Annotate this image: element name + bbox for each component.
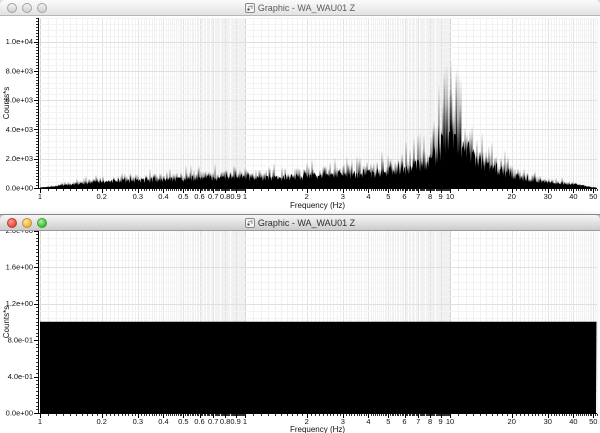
window-graphic-top: Graphic - WA_WAU01 Z 1 0.2 0.3 0.4 0.5 0.6 0.7… (0, 0, 600, 215)
zoom-button[interactable] (37, 3, 47, 13)
svg-text:2.0e+00: 2.0e+00 (6, 231, 33, 235)
svg-text:6: 6 (402, 417, 406, 426)
svg-text:7: 7 (416, 417, 420, 426)
title-area[interactable]: Graphic - WA_WAU01 Z (245, 215, 355, 231)
zoom-button[interactable] (37, 218, 47, 228)
svg-text:8.0e-01: 8.0e-01 (8, 336, 33, 345)
svg-text:Frequency (Hz): Frequency (Hz) (290, 425, 345, 433)
svg-text:0.9: 0.9 (230, 192, 240, 201)
svg-text:1: 1 (38, 192, 42, 201)
titlebar[interactable]: Graphic - WA_WAU01 Z (0, 0, 600, 16)
close-button[interactable] (7, 218, 17, 228)
svg-text:4.0e+03: 4.0e+03 (6, 125, 33, 134)
svg-text:8: 8 (428, 192, 432, 201)
svg-text:Frequency (Hz): Frequency (Hz) (290, 201, 345, 210)
svg-text:10: 10 (446, 417, 454, 426)
svg-text:5: 5 (386, 192, 390, 201)
svg-text:9: 9 (439, 417, 443, 426)
svg-text:10: 10 (446, 192, 454, 201)
svg-text:2: 2 (305, 192, 309, 201)
title-area[interactable]: Graphic - WA_WAU01 Z (245, 0, 355, 16)
window-graphic-bottom: Graphic - WA_WAU01 Z 1 0.2 0.3 0.4 0.5 0.6 0.7… (0, 215, 600, 433)
svg-text:0.0e+00: 0.0e+00 (6, 184, 33, 193)
svg-text:1: 1 (243, 417, 247, 426)
svg-text:30: 30 (544, 192, 552, 201)
svg-text:40: 40 (569, 192, 577, 201)
minimize-button[interactable] (22, 3, 32, 13)
svg-text:0.8: 0.8 (220, 192, 230, 201)
svg-text:4.0e-01: 4.0e-01 (8, 372, 33, 381)
window-title: Graphic - WA_WAU01 Z (258, 0, 355, 16)
svg-text:0.3: 0.3 (133, 417, 143, 426)
svg-text:0.3: 0.3 (133, 192, 143, 201)
svg-text:8: 8 (428, 417, 432, 426)
svg-text:2.0e+03: 2.0e+03 (6, 154, 33, 163)
svg-text:0.5: 0.5 (178, 192, 188, 201)
svg-text:9: 9 (439, 192, 443, 201)
svg-text:0.0e+00: 0.0e+00 (6, 409, 33, 418)
svg-text:0.7: 0.7 (208, 417, 218, 426)
svg-text:1: 1 (243, 192, 247, 201)
svg-text:1.6e+00: 1.6e+00 (6, 263, 33, 272)
plot-content: 10.20.30.40.50.60.70.80.9123456789102030… (0, 16, 600, 215)
svg-text:0.4: 0.4 (158, 192, 168, 201)
svg-text:0.5: 0.5 (178, 417, 188, 426)
svg-text:6: 6 (402, 192, 406, 201)
svg-text:20: 20 (508, 192, 516, 201)
close-button[interactable] (7, 3, 17, 13)
svg-text:4: 4 (366, 192, 370, 201)
svg-text:0.2: 0.2 (96, 192, 106, 201)
svg-text:20: 20 (508, 417, 516, 426)
svg-text:4: 4 (366, 417, 370, 426)
window-controls (7, 215, 47, 231)
svg-text:0.2: 0.2 (96, 417, 106, 426)
svg-text:1: 1 (38, 417, 42, 426)
plot-content: 10.20.30.40.50.60.70.80.9123456789102030… (0, 231, 600, 433)
svg-text:50: 50 (589, 417, 597, 426)
document-icon[interactable] (245, 218, 255, 228)
svg-text:0.9: 0.9 (230, 417, 240, 426)
svg-text:0.4: 0.4 (158, 417, 168, 426)
svg-text:Counts*s: Counts*s (2, 87, 11, 119)
svg-text:5: 5 (386, 417, 390, 426)
svg-text:1.0e+04: 1.0e+04 (6, 37, 33, 46)
svg-text:30: 30 (544, 417, 552, 426)
svg-text:50: 50 (589, 192, 597, 201)
window-controls (7, 0, 47, 16)
svg-text:8.0e+03: 8.0e+03 (6, 66, 33, 75)
minimize-button[interactable] (22, 218, 32, 228)
svg-text:Counts*s: Counts*s (2, 306, 11, 338)
svg-text:0.6: 0.6 (194, 192, 204, 201)
spectrum-plot: 10.20.30.40.50.60.70.80.9123456789102030… (0, 16, 600, 215)
svg-text:0.7: 0.7 (208, 192, 218, 201)
svg-text:3: 3 (341, 192, 345, 201)
svg-text:0.8: 0.8 (220, 417, 230, 426)
svg-text:7: 7 (416, 192, 420, 201)
saturated-spectrum-plot: 10.20.30.40.50.60.70.80.9123456789102030… (0, 231, 600, 433)
titlebar[interactable]: Graphic - WA_WAU01 Z (0, 215, 600, 231)
svg-text:0.6: 0.6 (194, 417, 204, 426)
document-icon[interactable] (245, 3, 255, 13)
window-title: Graphic - WA_WAU01 Z (258, 215, 355, 231)
svg-text:40: 40 (569, 417, 577, 426)
